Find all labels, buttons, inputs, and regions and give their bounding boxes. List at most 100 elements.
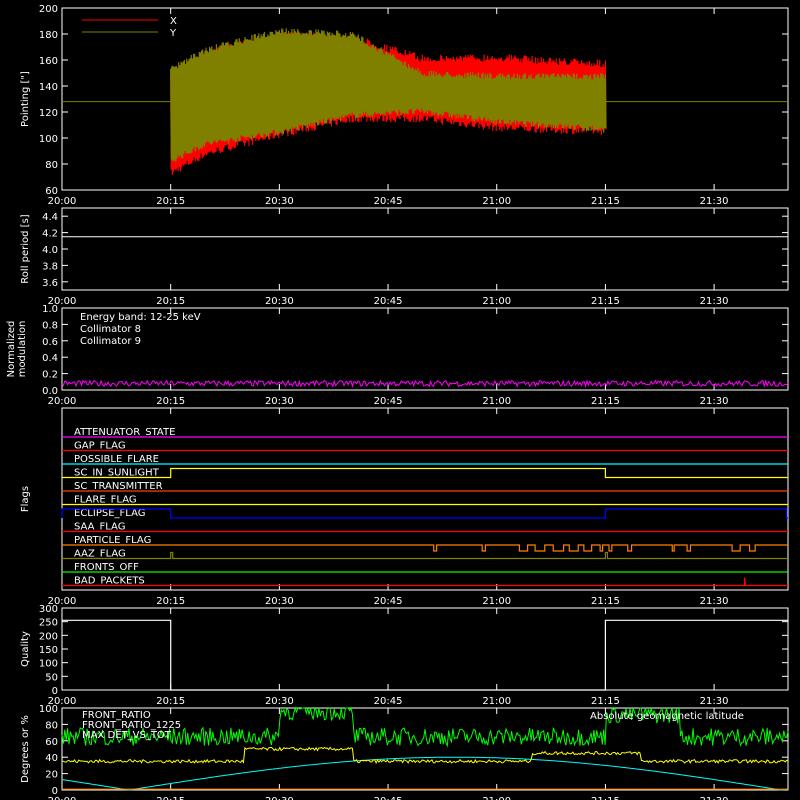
y-tick-label: 40 xyxy=(45,753,58,764)
y-axis-label: Normalized xyxy=(6,321,17,378)
x-tick-label: 21:30 xyxy=(700,296,729,307)
x-tick-label: 20:15 xyxy=(156,396,185,407)
series-max-det-vs-tot-label: MAX DET_VS_TOT xyxy=(82,730,172,741)
x-tick-label: 20:30 xyxy=(265,796,294,800)
x-tick-label: 21:00 xyxy=(482,796,511,800)
y-axis-label: Quality xyxy=(20,631,31,667)
y-tick-label: 0.8 xyxy=(42,320,58,331)
y-tick-label: 180 xyxy=(39,30,58,41)
x-tick-label: 21:15 xyxy=(591,396,620,407)
flag-line-particle-flag xyxy=(62,544,788,552)
x-tick-label: 20:30 xyxy=(265,196,294,207)
y-axis-label: Pointing ["] xyxy=(20,71,31,127)
x-tick-label: 20:45 xyxy=(374,796,403,800)
y-tick-label: 160 xyxy=(39,56,58,67)
y-tick-label: 80 xyxy=(45,160,58,171)
flag-label-possible-flare: POSSIBLE_FLARE xyxy=(74,454,159,465)
x-tick-label: 20:00 xyxy=(48,196,77,207)
flag-label-sc-in-sunlight: SC_IN_SUNLIGHT xyxy=(74,468,160,479)
x-tick-label: 21:15 xyxy=(591,196,620,207)
y-tick-label: 20 xyxy=(45,770,58,781)
x-tick-label: 20:30 xyxy=(265,296,294,307)
flag-label-sc-transmitter: SC_TRANSMITTER xyxy=(74,481,163,492)
x-tick-label: 20:30 xyxy=(265,696,294,707)
annotation-energy-band: Energy band: 12-25 keV xyxy=(80,312,201,323)
flag-label-saa-flag: SAA_FLAG xyxy=(74,522,125,533)
y-tick-label: 4.2 xyxy=(42,229,58,240)
legend-label-x: X xyxy=(170,16,177,27)
y-tick-label: 140 xyxy=(39,82,58,93)
x-tick-label: 20:15 xyxy=(156,196,185,207)
legend-label-y: Y xyxy=(169,28,177,39)
x-tick-label: 21:15 xyxy=(591,596,620,607)
x-tick-label: 21:00 xyxy=(482,596,511,607)
flag-label-flare-flag: FLARE_FLAG xyxy=(74,495,137,506)
panel-frame-2 xyxy=(61,207,789,291)
y-tick-label: 0.6 xyxy=(42,337,58,348)
series-front-ratio xyxy=(61,746,789,765)
y-tick-label: 3.6 xyxy=(42,278,58,289)
legend-label-collimator-8: Collimator 8 xyxy=(80,324,141,335)
x-tick-label: 21:30 xyxy=(700,396,729,407)
y-tick-label: 60 xyxy=(45,186,58,197)
x-tick-label: 21:15 xyxy=(591,296,620,307)
rhessi-quicklook-chart: 20:00 20:15 20:30 20:45 21:00 21:15 21:30 60 80 1… xyxy=(6,4,789,800)
flag-label-aaz-flag: AAZ_FLAG xyxy=(74,549,126,560)
x-tick-label: 20:45 xyxy=(374,396,403,407)
x-tick-label: 21:15 xyxy=(591,796,620,800)
y-tick-label: 0.2 xyxy=(42,370,58,381)
quality-line xyxy=(62,619,788,691)
x-tick-label: 21:30 xyxy=(700,796,729,800)
flag-label-gap-flag: GAP_FLAG xyxy=(74,441,126,452)
y-tick-label: 100 xyxy=(39,704,58,715)
y-tick-label: 4.0 xyxy=(42,245,58,256)
flag-label-eclipse-flag: ECLIPSE_FLAG xyxy=(74,508,145,519)
y-tick-label: 50 xyxy=(45,672,58,683)
legend-label-collimator-9: Collimator 9 xyxy=(80,336,141,347)
y-tick-label: 0 xyxy=(52,686,58,697)
x-tick-label: 21:15 xyxy=(591,696,620,707)
flag-label-attenuator-state: ATTENUATOR_STATE xyxy=(74,427,175,438)
x-tick-label: 20:00 xyxy=(48,396,77,407)
x-tick-label: 20:45 xyxy=(374,596,403,607)
y-tick-label: 150 xyxy=(39,645,58,656)
y-axis-label: Flags xyxy=(20,486,31,512)
x-tick-label: 20:15 xyxy=(156,596,185,607)
flag-label-particle-flag: PARTICLE_FLAG xyxy=(74,535,151,546)
y-tick-label: 200 xyxy=(39,4,58,15)
x-tick-label: 21:30 xyxy=(700,596,729,607)
y-tick-label: 120 xyxy=(39,108,58,119)
x-tick-label: 21:30 xyxy=(700,696,729,707)
x-tick-label: 20:45 xyxy=(374,196,403,207)
y-axis-label: Degrees or % xyxy=(20,715,31,783)
y-axis-label: Roll period [s] xyxy=(20,214,31,283)
y-tick-label: 100 xyxy=(39,134,58,145)
series-geomagnetic-latitude-label: Absolute geomagnetic latitude xyxy=(590,711,744,722)
x-tick-label: 20:15 xyxy=(156,696,185,707)
x-tick-label: 20:15 xyxy=(156,296,185,307)
x-tick-label: 21:00 xyxy=(482,396,511,407)
x-tick-label: 20:45 xyxy=(374,696,403,707)
y-tick-label: 60 xyxy=(45,737,58,748)
y-tick-label: 100 xyxy=(39,659,58,670)
y-tick-label: 0.0 xyxy=(42,386,58,397)
flag-line-eclipse-flag xyxy=(61,508,788,519)
x-tick-label: 21:30 xyxy=(700,196,729,207)
flag-line-sc-in-sunlight xyxy=(62,467,788,479)
x-tick-label: 20:30 xyxy=(265,396,294,407)
y-tick-label: 0.4 xyxy=(42,353,58,364)
x-tick-label: 21:00 xyxy=(482,196,511,207)
flag-line-aaz-flag xyxy=(62,551,788,560)
y-tick-label: 300 xyxy=(39,604,58,615)
y-tick-label: 250 xyxy=(39,618,58,629)
x-tick-label: 21:00 xyxy=(482,696,511,707)
flag-label-bad-packets: BAD_PACKETS xyxy=(74,576,145,587)
y-tick-label: 80 xyxy=(45,720,58,731)
x-tick-label: 20:45 xyxy=(374,296,403,307)
x-tick-label: 20:30 xyxy=(265,596,294,607)
y-tick-label: 200 xyxy=(39,631,58,642)
x-tick-label: 21:00 xyxy=(482,296,511,307)
x-tick-label: 20:15 xyxy=(156,796,185,800)
y-tick-label: 0 xyxy=(52,786,58,797)
y-tick-label: 1.0 xyxy=(42,304,58,315)
